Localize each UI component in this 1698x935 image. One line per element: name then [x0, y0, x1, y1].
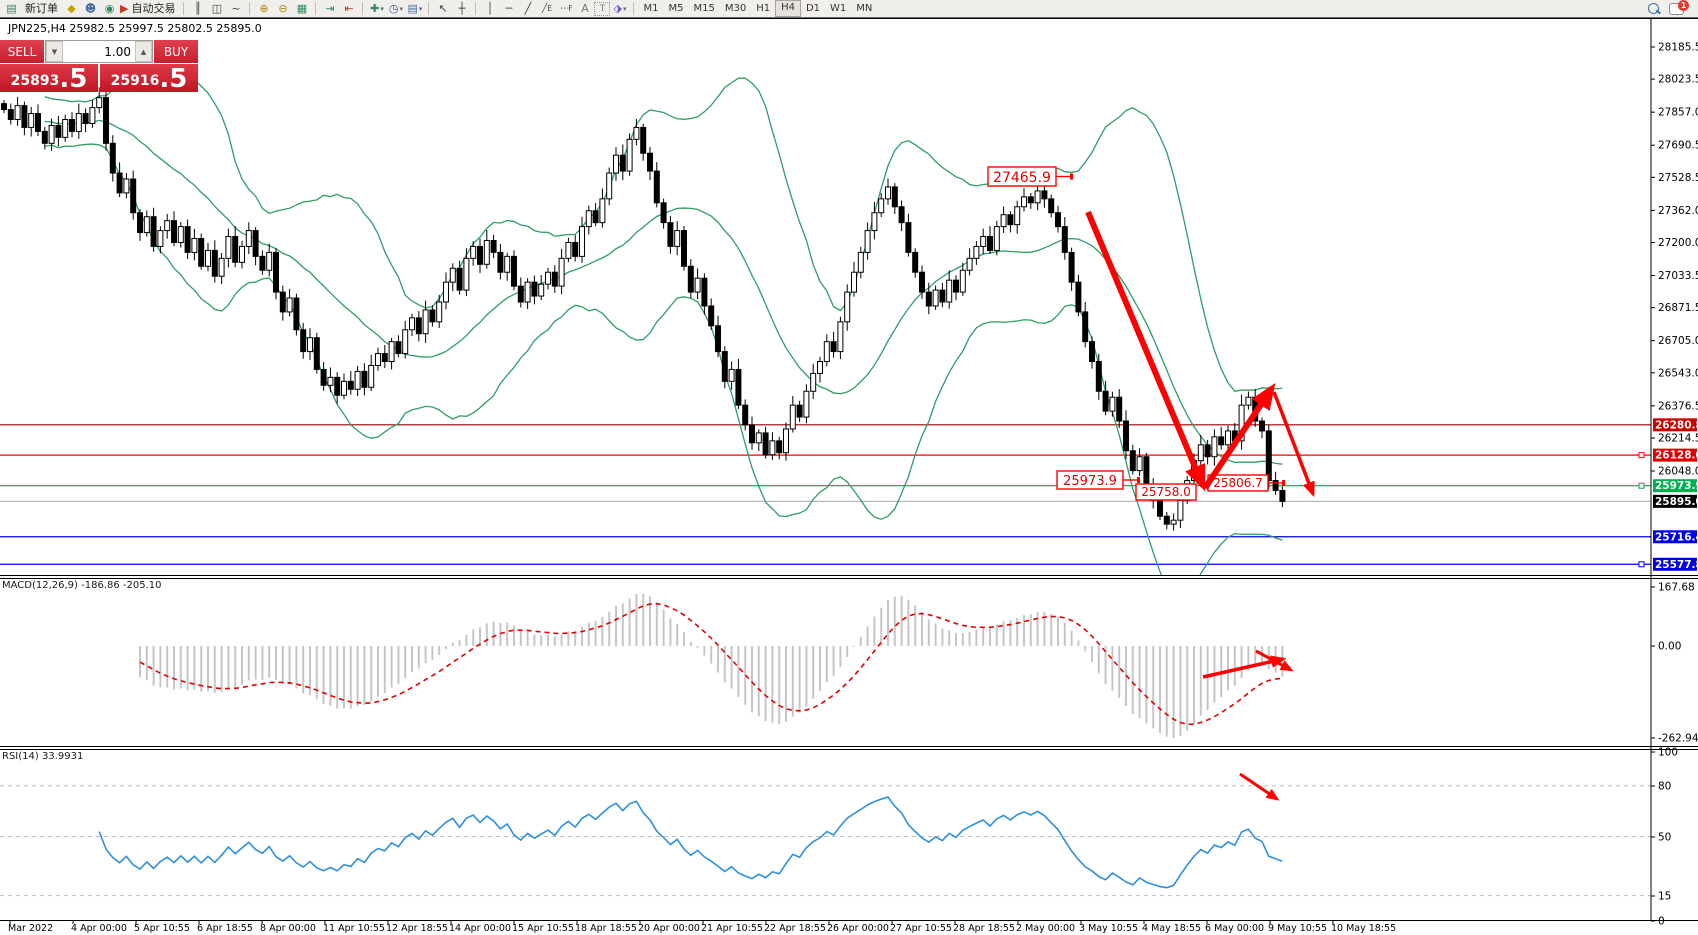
buy-button[interactable]: BUY	[154, 40, 198, 63]
svg-text:26048.0: 26048.0	[1658, 466, 1698, 478]
svg-text:27033.5: 27033.5	[1658, 270, 1698, 282]
time-label: 20 Apr 00:00	[638, 923, 700, 934]
time-label: 21 Apr 10:55	[701, 923, 763, 934]
svg-text:25973.9: 25973.9	[1655, 480, 1698, 492]
svg-text:-262.94: -262.94	[1658, 733, 1698, 745]
svg-text:27362.0: 27362.0	[1658, 205, 1698, 217]
macd-pane-separator[interactable]	[0, 575, 1698, 576]
symbol-quote-line: JPN225,H4 25982.5 25997.5 25802.5 25895.…	[8, 22, 262, 35]
volume-decrease-button[interactable]: ▼	[46, 41, 63, 62]
time-label: 2 May 00:00	[1016, 923, 1075, 934]
svg-text:27528.5: 27528.5	[1658, 172, 1698, 184]
one-click-trading-panel: SELL ▼ 1.00 ▲ BUY 25893 .5 25916 .5	[0, 40, 198, 92]
macd-pane-separator2	[0, 578, 1698, 579]
svg-text:28023.5: 28023.5	[1658, 74, 1698, 86]
volume-stepper: ▼ 1.00 ▲	[45, 40, 153, 63]
svg-text:27200.0: 27200.0	[1658, 237, 1698, 249]
svg-text:27465.9: 27465.9	[993, 170, 1051, 186]
svg-text:0.00: 0.00	[1658, 641, 1681, 653]
time-label: 26 Apr 00:00	[827, 923, 889, 934]
time-label: 27 Apr 10:55	[890, 923, 952, 934]
time-label: 11 Apr 10:55	[323, 923, 385, 934]
svg-text:26128.0: 26128.0	[1655, 450, 1698, 462]
svg-text:28185.5: 28185.5	[1658, 42, 1698, 54]
svg-text:26376.5: 26376.5	[1658, 400, 1698, 412]
macd-indicator-label: MACD(12,26,9) -186.86 -205.10	[2, 580, 162, 591]
svg-text:26543.0: 26543.0	[1658, 367, 1698, 379]
mt4-window: ▤ 新订单 ◆ ☻ ◉ ▶ 自动交易 ║ ◫ ~ ⊕ ⊖ ▦ ⇥ ⇤ ✚▾ ◷▾…	[0, 0, 1698, 935]
time-label: 18 Apr 18:55	[575, 923, 637, 934]
time-axis-border	[0, 920, 1698, 921]
svg-text:27690.5: 27690.5	[1658, 140, 1698, 152]
svg-text:26871.5: 26871.5	[1658, 302, 1698, 314]
svg-text:25895.0: 25895.0	[1655, 496, 1698, 508]
svg-text:25806.7: 25806.7	[1213, 476, 1263, 490]
svg-text:80: 80	[1658, 781, 1671, 793]
svg-text:26280.8: 26280.8	[1655, 419, 1698, 431]
time-label: Mar 2022	[8, 923, 53, 934]
time-label: 8 Apr 00:00	[260, 923, 316, 934]
time-label: 9 May 10:55	[1268, 923, 1327, 934]
time-label: 15 Apr 10:55	[512, 923, 574, 934]
time-label: 6 Apr 18:55	[197, 923, 253, 934]
sell-price-main: 25893	[11, 71, 60, 91]
time-label: 14 Apr 00:00	[449, 923, 511, 934]
time-label: 28 Apr 18:55	[953, 923, 1015, 934]
time-label: 12 Apr 18:55	[386, 923, 448, 934]
time-label: 4 May 18:55	[1142, 923, 1201, 934]
svg-text:25716.4: 25716.4	[1655, 531, 1698, 543]
time-label: 10 May 18:55	[1331, 923, 1396, 934]
svg-text:27857.0: 27857.0	[1658, 107, 1698, 119]
svg-text:25758.0: 25758.0	[1141, 485, 1191, 499]
svg-text:15: 15	[1658, 891, 1671, 903]
chart-top-border	[0, 18, 1698, 19]
svg-text:25973.9: 25973.9	[1063, 474, 1117, 489]
time-label: 3 May 10:55	[1079, 923, 1138, 934]
sell-price-display[interactable]: 25893 .5	[0, 64, 98, 92]
svg-text:167.68: 167.68	[1658, 582, 1695, 594]
rsi-pane-separator[interactable]	[0, 746, 1698, 747]
svg-text:50: 50	[1658, 832, 1671, 844]
time-label: 5 Apr 10:55	[134, 923, 190, 934]
buy-price-display[interactable]: 25916 .5	[100, 64, 198, 92]
svg-text:26705.0: 26705.0	[1658, 335, 1698, 347]
time-label: 4 Apr 00:00	[71, 923, 127, 934]
svg-text:26214.5: 26214.5	[1658, 432, 1698, 444]
time-label: 22 Apr 18:55	[764, 923, 826, 934]
sell-button[interactable]: SELL	[0, 40, 44, 63]
rsi-indicator-label: RSI(14) 33.9931	[2, 751, 83, 762]
time-label: 6 May 00:00	[1205, 923, 1264, 934]
rsi-pane-separator2	[0, 749, 1698, 750]
volume-value[interactable]: 1.00	[63, 41, 135, 62]
sell-price-fraction: .5	[59, 67, 87, 91]
chart-canvas[interactable]: 28185.5 28023.5 27857.0 27690.5 27528.5 27362…	[0, 0, 1698, 935]
buy-price-main: 25916	[111, 71, 160, 91]
time-axis[interactable]: Mar 2022 4 Apr 00:00 5 Apr 10:55 6 Apr 18:5…	[0, 922, 1698, 935]
svg-text:25577.8: 25577.8	[1655, 559, 1698, 571]
volume-increase-button[interactable]: ▲	[135, 41, 152, 62]
buy-price-fraction: .5	[159, 67, 187, 91]
